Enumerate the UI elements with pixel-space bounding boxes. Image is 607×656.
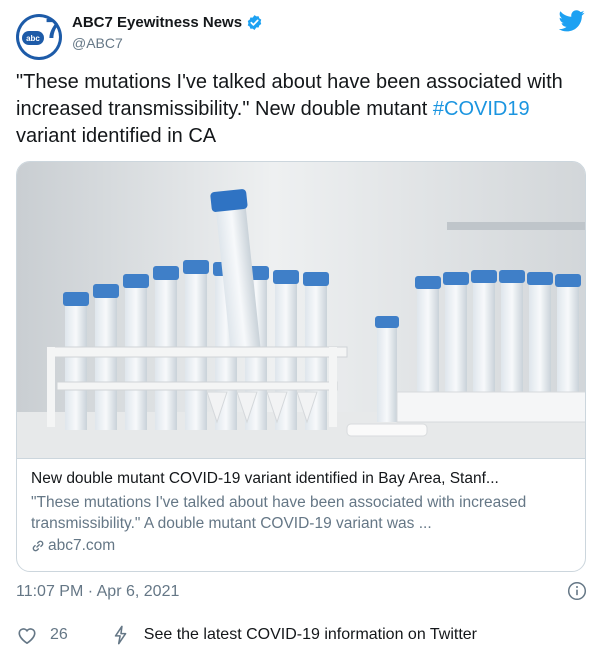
link-preview-card[interactable]: New double mutant COVID-19 variant ident…: [16, 161, 586, 572]
abc7-logo-icon: 7 abc: [19, 14, 61, 57]
covid-info-link[interactable]: See the latest COVID-19 information on T…: [144, 626, 477, 644]
embedded-tweet: 7 abc ABC7 Eyewitness News @ABC7 "These …: [0, 0, 607, 656]
action-row: 26 See the latest COVID-19 information o…: [16, 625, 477, 645]
like-count[interactable]: 26: [50, 626, 68, 644]
card-title: New double mutant COVID-19 variant ident…: [31, 470, 499, 487]
card-description: "These mutations I've talked about have …: [31, 494, 527, 532]
author-display-name[interactable]: ABC7 Eyewitness News: [72, 14, 242, 31]
verified-badge-icon: [247, 15, 262, 30]
author-name-row: ABC7 Eyewitness News: [72, 14, 263, 31]
heart-icon[interactable]: [16, 625, 38, 645]
tweet-timestamp[interactable]: 11:07 PM · Apr 6, 2021: [16, 583, 179, 601]
card-domain: abc7.com: [31, 537, 573, 555]
twitter-bird-icon[interactable]: [559, 10, 585, 32]
author-handle[interactable]: @ABC7: [72, 35, 123, 51]
avatar[interactable]: 7 abc: [16, 14, 62, 60]
link-icon: [32, 540, 44, 552]
lightning-bolt-icon: [114, 625, 127, 645]
info-icon[interactable]: [567, 581, 587, 601]
card-meta: New double mutant COVID-19 variant ident…: [17, 458, 585, 571]
lab-test-tubes-photo-icon: [17, 162, 585, 458]
hashtag-link[interactable]: #COVID19: [433, 98, 530, 120]
tweet-text: "These mutations I've talked about have …: [16, 71, 563, 147]
